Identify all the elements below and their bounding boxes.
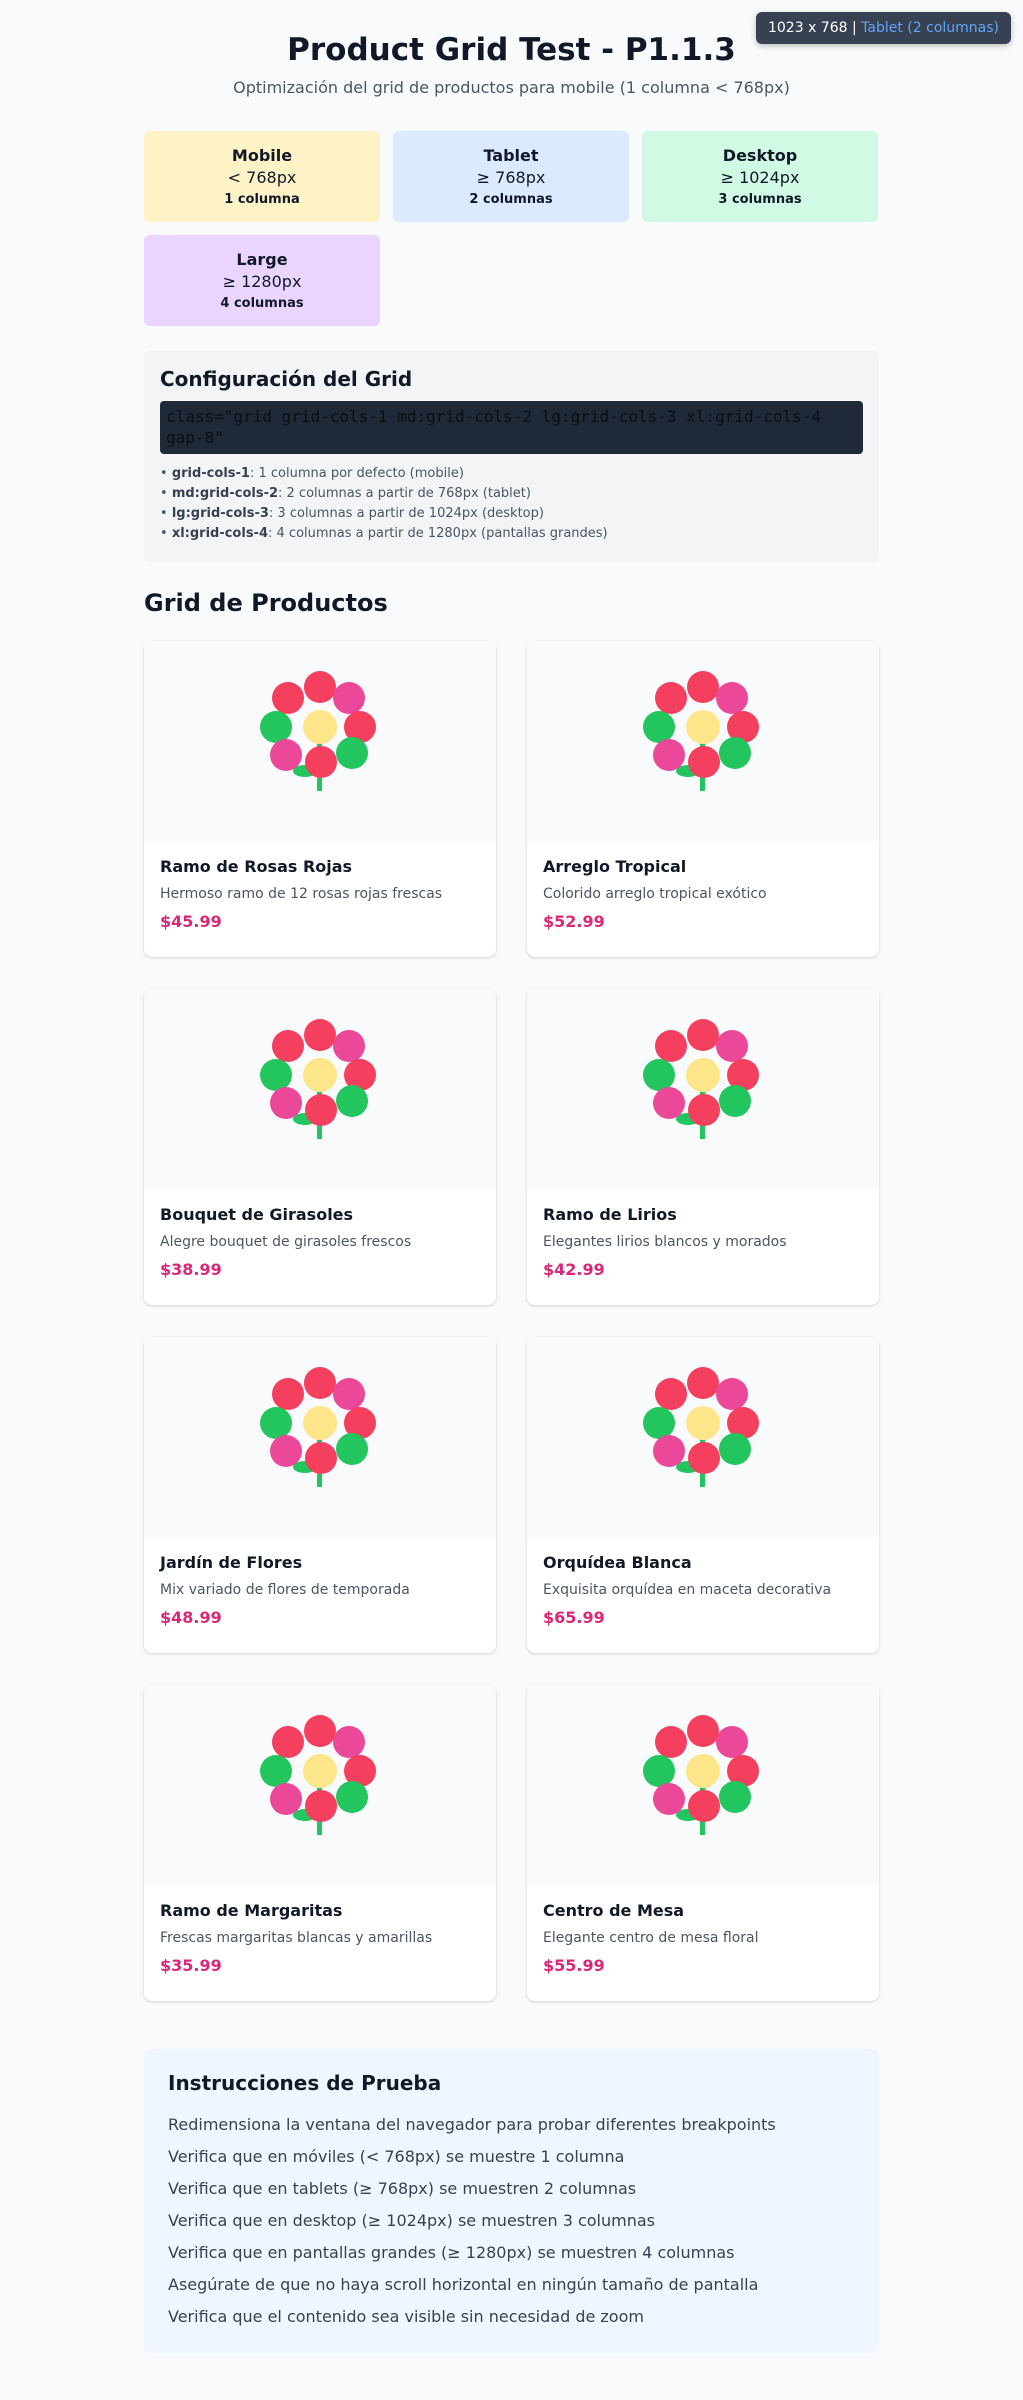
config-item-text: : 3 columnas a partir de 1024px (desktop… <box>268 506 544 521</box>
instruction-item: Verifica que en pantallas grandes (≥ 128… <box>168 2243 735 2262</box>
product-image <box>144 1685 496 1885</box>
product-name: Ramo de Lirios <box>543 1205 677 1224</box>
main-container: Product Grid Test - P1.1.3 Optimización … <box>144 0 879 2353</box>
product-card[interactable]: Orquídea Blanca Exquisita orquídea en ma… <box>527 1337 879 1653</box>
config-item: • xl:grid-cols-4: 4 columnas a partir de… <box>160 526 608 541</box>
instructions-list: Redimensiona la ventana del navegador pa… <box>168 2109 855 2333</box>
breakpoint-name: Mobile <box>231 146 293 165</box>
breakpoint-range: ≥ 1280px <box>222 272 302 291</box>
instruction-item: Verifica que en desktop (≥ 1024px) se mu… <box>168 2211 655 2230</box>
flower-icon <box>260 1365 380 1509</box>
product-card[interactable]: Ramo de Rosas Rojas Hermoso ramo de 12 r… <box>144 641 496 957</box>
config-item: • grid-cols-1: 1 columna por defecto (mo… <box>160 466 464 481</box>
instructions-title: Instrucciones de Prueba <box>168 2071 442 2095</box>
product-image <box>527 989 879 1189</box>
products-section-title: Grid de Productos <box>144 589 388 617</box>
breakpoint-name: Tablet <box>483 146 539 165</box>
breakpoint-range: < 768px <box>227 168 297 187</box>
product-description: Hermoso ramo de 12 rosas rojas frescas <box>160 886 443 902</box>
breakpoint-card-desktop: Desktop ≥ 1024px 3 columnas <box>642 131 878 222</box>
product-description: Frescas margaritas blancas y amarillas <box>160 1930 433 1946</box>
product-price: $35.99 <box>160 1956 222 1975</box>
page-subtitle: Optimización del grid de productos para … <box>233 78 790 97</box>
flower-icon <box>260 669 380 813</box>
product-name: Jardín de Flores <box>160 1553 303 1572</box>
product-price: $65.99 <box>543 1608 605 1627</box>
product-card[interactable]: Ramo de Margaritas Frescas margaritas bl… <box>144 1685 496 2001</box>
product-price: $38.99 <box>160 1260 222 1279</box>
product-name: Centro de Mesa <box>543 1901 685 1920</box>
breakpoint-range: ≥ 768px <box>476 168 546 187</box>
product-image <box>527 1337 879 1537</box>
breakpoint-columns: 1 columna <box>224 192 300 207</box>
instruction-item: Verifica que en tablets (≥ 768px) se mue… <box>168 2179 637 2198</box>
product-name: Ramo de Rosas Rojas <box>160 857 353 876</box>
product-image <box>144 1337 496 1537</box>
breakpoint-name: Desktop <box>722 146 798 165</box>
product-name: Ramo de Margaritas <box>160 1901 343 1920</box>
product-description: Mix variado de flores de temporada <box>160 1582 410 1598</box>
breakpoint-name: Large <box>236 250 288 269</box>
product-grid: Ramo de Rosas Rojas Hermoso ramo de 12 r… <box>144 641 879 2001</box>
product-description: Elegantes lirios blancos y morados <box>543 1234 787 1250</box>
config-item-key: md:grid-cols-2 <box>171 486 279 501</box>
product-price: $55.99 <box>543 1956 605 1975</box>
product-price: $48.99 <box>160 1608 222 1627</box>
config-item-key: xl:grid-cols-4 <box>171 526 268 541</box>
product-name: Bouquet de Girasoles <box>160 1205 354 1224</box>
test-instructions-panel: Instrucciones de Prueba Redimensiona la … <box>144 2049 879 2353</box>
product-description: Alegre bouquet de girasoles frescos <box>160 1234 412 1250</box>
config-code-block: class="grid grid-cols-1 md:grid-cols-2 l… <box>160 401 863 454</box>
product-card[interactable]: Bouquet de Girasoles Alegre bouquet de g… <box>144 989 496 1305</box>
breakpoint-columns: 4 columnas <box>220 296 304 311</box>
breakpoint-columns: 2 columnas <box>469 192 553 207</box>
instruction-item: Asegúrate de que no haya scroll horizont… <box>168 2275 759 2294</box>
product-description: Colorido arreglo tropical exótico <box>543 886 767 902</box>
instruction-item: Redimensiona la ventana del navegador pa… <box>168 2115 776 2134</box>
product-card[interactable]: Ramo de Lirios Elegantes lirios blancos … <box>527 989 879 1305</box>
flower-icon <box>643 1713 763 1857</box>
flower-icon <box>260 1017 380 1161</box>
instruction-item: Verifica que el contenido sea visible si… <box>168 2307 644 2326</box>
breakpoint-card-tablet: Tablet ≥ 768px 2 columnas <box>393 131 629 222</box>
product-card[interactable]: Arreglo Tropical Colorido arreglo tropic… <box>527 641 879 957</box>
product-name: Arreglo Tropical <box>543 857 687 876</box>
config-item-text: : 4 columnas a partir de 1280px (pantall… <box>268 526 608 541</box>
page-title: Product Grid Test - P1.1.3 <box>287 32 736 68</box>
breakpoint-card-large: Large ≥ 1280px 4 columnas <box>144 235 380 326</box>
product-image <box>144 989 496 1189</box>
flower-icon <box>643 1017 763 1161</box>
product-card[interactable]: Centro de Mesa Elegante centro de mesa f… <box>527 1685 879 2001</box>
config-item-key: grid-cols-1 <box>171 466 250 481</box>
breakpoint-card-mobile: Mobile < 768px 1 columna <box>144 131 380 222</box>
config-item-key: lg:grid-cols-3 <box>171 506 269 521</box>
instruction-item: Verifica que en móviles (< 768px) se mue… <box>168 2147 625 2166</box>
viewport-breakpoint: Tablet (2 columnas) <box>861 20 999 36</box>
breakpoint-range: ≥ 1024px <box>720 168 800 187</box>
config-item: • md:grid-cols-2: 2 columnas a partir de… <box>160 486 531 501</box>
grid-config-panel: Configuración del Grid class="grid grid-… <box>144 351 879 562</box>
config-item-text: : 2 columnas a partir de 768px (tablet) <box>278 486 531 501</box>
flower-icon <box>643 1365 763 1509</box>
product-description: Exquisita orquídea en maceta decorativa <box>543 1582 832 1598</box>
config-item: • lg:grid-cols-3: 3 columnas a partir de… <box>160 506 544 521</box>
config-title: Configuración del Grid <box>160 367 413 391</box>
flower-icon <box>260 1713 380 1857</box>
product-name: Orquídea Blanca <box>543 1553 692 1572</box>
product-image <box>527 641 879 841</box>
product-price: $42.99 <box>543 1260 605 1279</box>
config-item-text: : 1 columna por defecto (mobile) <box>249 466 464 481</box>
config-list: • grid-cols-1: 1 columna por defecto (mo… <box>160 464 863 544</box>
product-price: $45.99 <box>160 912 222 931</box>
product-image <box>527 1685 879 1885</box>
breakpoint-columns: 3 columnas <box>718 192 802 207</box>
product-card[interactable]: Jardín de Flores Mix variado de flores d… <box>144 1337 496 1653</box>
product-image <box>144 641 496 841</box>
breakpoints-grid: Mobile < 768px 1 columna Tablet ≥ 768px … <box>144 131 879 326</box>
flower-icon <box>643 669 763 813</box>
product-price: $52.99 <box>543 912 605 931</box>
product-description: Elegante centro de mesa floral <box>543 1930 759 1946</box>
